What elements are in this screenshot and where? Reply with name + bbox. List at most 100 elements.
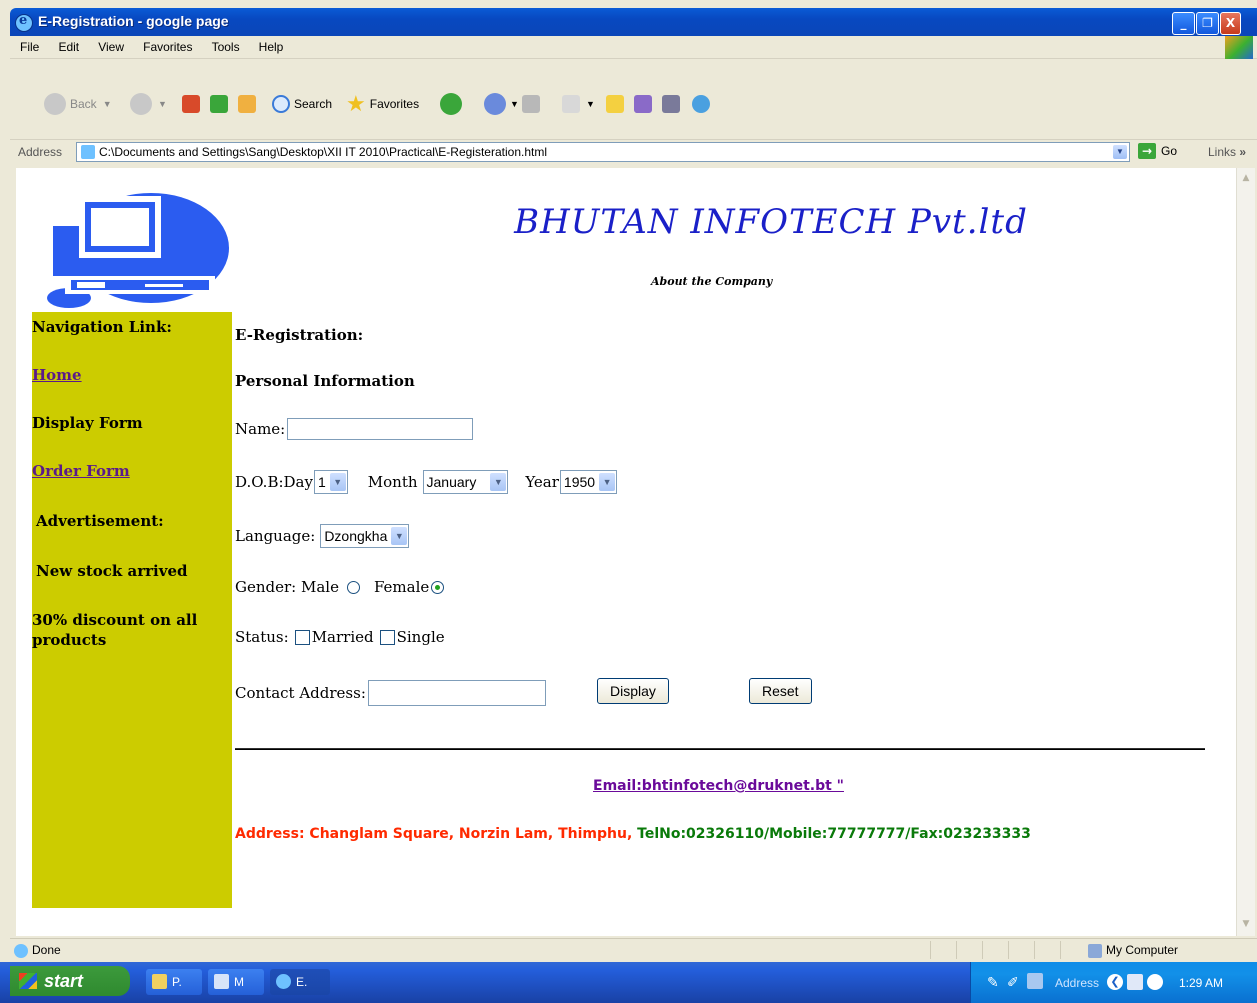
tray-address-label: Address [1055,976,1100,990]
messenger-icon [692,95,710,113]
gender-male-radio[interactable] [346,580,360,594]
sidebar-link-home[interactable]: Home [32,366,82,384]
print-button[interactable] [522,95,540,113]
network-icon[interactable] [1027,973,1043,989]
scroll-up-icon[interactable]: ▲ [1238,170,1254,186]
taskbar-item-folder[interactable]: P. [146,969,202,995]
app-icon [214,974,229,989]
address-location: Address: Changlam Square, Norzin Lam, Th… [235,826,638,842]
back-button[interactable]: Back ▼ [44,93,112,115]
notes-button[interactable] [606,95,624,113]
advertisement-heading: Advertisement: [36,512,164,530]
contact-address-input[interactable] [367,680,546,706]
forward-button[interactable]: ▼ [130,93,167,115]
research-icon [634,95,652,113]
divider [235,748,1205,750]
address-input[interactable]: C:\Documents and Settings\Sang\Desktop\X… [76,142,1130,162]
name-input[interactable] [287,418,474,440]
windows-flag-icon [19,973,37,989]
links-button[interactable]: Links » [1208,145,1246,159]
chevron-down-icon: ▼ [329,473,346,491]
home-button[interactable] [238,95,256,113]
media-button[interactable] [662,95,680,113]
company-address: Address: Changlam Square, Norzin Lam, Th… [235,826,1031,842]
window-title: E-Registration - google page [38,13,229,29]
folder-icon [152,974,167,989]
go-arrow-icon: → [1138,143,1156,159]
forward-arrow-icon [130,93,152,115]
ie-icon [15,13,33,32]
section-heading: Personal Information [235,372,415,390]
day-select[interactable]: 1 ▼ [313,470,348,494]
messenger-button[interactable] [692,95,710,113]
edit-page-icon [562,95,580,113]
menu-favorites[interactable]: Favorites [143,36,192,54]
gender-female-label: Female [373,578,430,596]
search-icon [272,95,290,113]
year-select[interactable]: 1950 ▼ [559,470,618,494]
minimize-button[interactable]: _ [1172,12,1195,35]
refresh-button[interactable] [210,95,228,113]
mail-button[interactable]: ▼ [484,93,519,115]
menu-help[interactable]: Help [259,36,284,54]
contact-address-label: Contact Address: [235,684,366,702]
about-company: About the Company [651,275,773,288]
page-content: BHUTAN INFOTECH Pvt.ltd About the Compan… [16,168,1236,936]
taskbar-item-m[interactable]: M [208,969,264,995]
chevron-down-icon: ▼ [510,99,519,109]
maximize-button[interactable]: ❐ [1196,12,1219,35]
address-dropdown-icon[interactable]: ▼ [1113,145,1127,159]
sidebar: Navigation Link: Home Display Form Order… [32,312,232,908]
address-bar: Address C:\Documents and Settings\Sang\D… [10,139,1257,164]
dob-day-label: D.O.B:Day [235,473,313,491]
star-icon: ★ [346,91,366,116]
clock: 1:29 AM [1179,976,1224,990]
refresh-icon [210,95,228,113]
tray-back-icon[interactable]: ❮ [1107,974,1123,990]
tray-app-icon[interactable] [1127,974,1143,990]
search-button[interactable]: Search [272,95,332,113]
favorites-button[interactable]: ★ Favorites [346,93,419,115]
taskbar: start P. M E. ✎ ✐ Address ❮ 1:29 AM [0,962,1257,1003]
form-heading: E-Registration: [235,326,364,344]
toolbar: Back ▼ ▼ Search ★ Favorites ▼ ▼ [10,59,1257,137]
research-button[interactable] [634,95,652,113]
menu-tools[interactable]: Tools [212,36,240,54]
language-select[interactable]: Dzongkha ▼ [320,524,410,548]
chevron-down-icon: ▼ [158,99,167,109]
month-select[interactable]: January ▼ [422,470,509,494]
language-label: Language: [235,527,316,545]
email-link[interactable]: Email:bhtinfotech@druknet.bt " [593,778,844,794]
single-checkbox[interactable] [379,629,395,645]
reset-button[interactable]: Reset [749,678,812,704]
tray-circle-icon[interactable] [1147,974,1163,990]
married-checkbox[interactable] [294,629,310,645]
month-label: Month [367,473,418,491]
page-done-icon [14,943,28,958]
go-button[interactable]: → Go [1138,143,1177,159]
stop-button[interactable] [182,95,200,113]
pen-icon[interactable]: ✎ [987,974,999,991]
scroll-down-icon[interactable]: ▼ [1238,916,1254,932]
browser-window: E-Registration - google page _ ❐ X File … [0,0,1257,1003]
start-button[interactable]: start [10,966,130,996]
vertical-scrollbar[interactable]: ▲ ▼ [1236,168,1255,936]
history-button[interactable] [440,93,462,115]
edit-button[interactable]: ▼ [562,95,595,113]
gender-female-radio[interactable] [431,580,445,594]
sidebar-link-order-form[interactable]: Order Form [32,462,130,480]
notes-icon [606,95,624,113]
pencil-icon[interactable]: ✐ [1007,974,1019,991]
married-label: Married [311,628,374,646]
media-icon [662,95,680,113]
menu-edit[interactable]: Edit [58,36,79,54]
display-button[interactable]: Display [597,678,669,704]
page-icon [81,145,95,159]
taskbar-item-ie[interactable]: E. [270,969,330,995]
company-name: BHUTAN INFOTECH Pvt.ltd [514,202,1028,242]
chevron-down-icon: ▼ [599,473,616,491]
menu-view[interactable]: View [98,36,124,54]
close-button[interactable]: X [1220,12,1241,35]
status-text: Done [32,943,61,957]
menu-file[interactable]: File [20,36,39,54]
